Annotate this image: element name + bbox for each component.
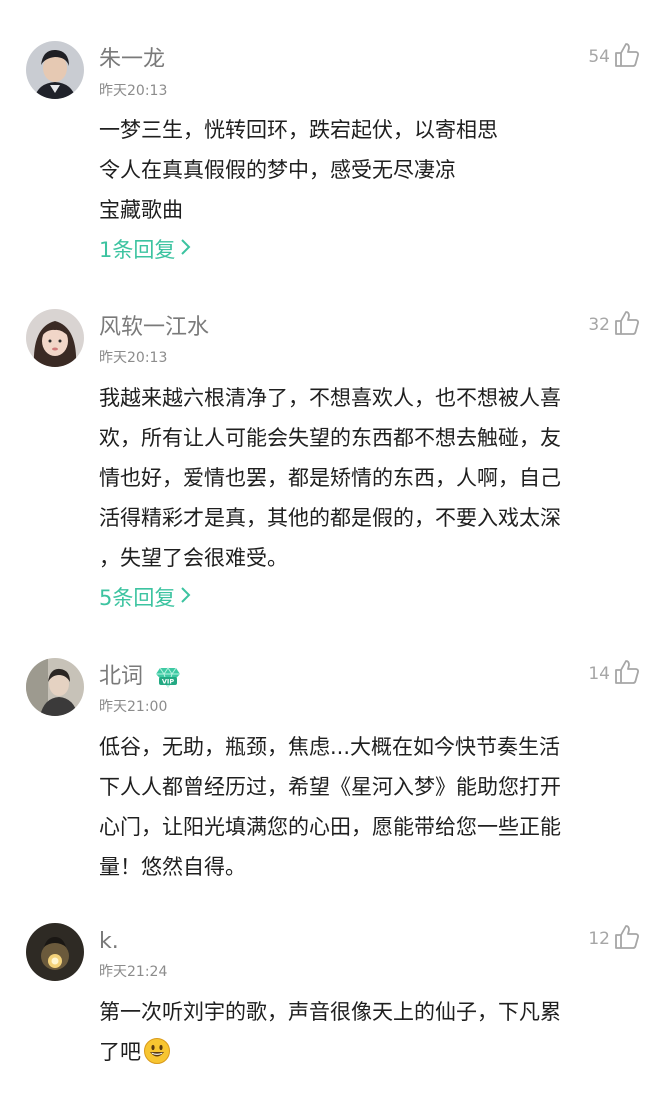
- chevron-right-icon: [179, 585, 191, 611]
- username[interactable]: k.: [99, 928, 119, 956]
- comment-line: 心门，让阳光填满您的心田，愿能带给您一些正能: [99, 815, 561, 839]
- like-button[interactable]: 32: [588, 311, 640, 339]
- avatar[interactable]: [26, 309, 84, 367]
- comment-text: 低谷，无助，瓶颈，焦虑...大概在如今快节奏生活 下人人都曾经历过，希望《星河入…: [99, 727, 644, 887]
- like-count: 54: [588, 47, 610, 67]
- thumbs-up-icon: [614, 310, 640, 340]
- comment-time: 昨天21:00: [99, 699, 168, 715]
- comment-line: 活得精彩才是真，其他的都是假的，不要入戏太深: [99, 506, 561, 530]
- like-button[interactable]: 12: [588, 925, 640, 953]
- comment-line: 低谷，无助，瓶颈，焦虑...大概在如今快节奏生活: [99, 735, 561, 759]
- comment-time: 昨天20:13: [99, 83, 168, 99]
- avatar[interactable]: [26, 923, 84, 981]
- view-replies-link[interactable]: 5条回复: [99, 585, 191, 611]
- comment-line: 令人在真真假假的梦中，感受无尽凄凉: [99, 158, 456, 182]
- like-count: 32: [588, 315, 610, 335]
- comment-text: 一梦三生，恍转回环，跌宕起伏，以寄相思 令人在真真假假的梦中，感受无尽凄凉 宝藏…: [99, 110, 644, 230]
- like-button[interactable]: 14: [588, 660, 640, 688]
- vip-badge-icon: VIP: [155, 666, 181, 689]
- smile-emoji-icon: [143, 1037, 171, 1078]
- thumbs-up-icon: [614, 42, 640, 72]
- comment-time: 昨天20:13: [99, 350, 168, 366]
- thumbs-up-icon: [614, 659, 640, 689]
- username[interactable]: 风软一江水: [99, 314, 209, 342]
- comment-text: 第一次听刘宇的歌，声音很像天上的仙子，下凡累 了吧: [99, 992, 644, 1078]
- vip-badge-text: VIP: [162, 678, 174, 686]
- reply-count-label: 1条回复: [99, 238, 176, 262]
- avatar[interactable]: [26, 41, 84, 99]
- comment-line: 下人人都曾经历过，希望《星河入梦》能助您打开: [99, 775, 561, 799]
- comment-text: 我越来越六根清净了，不想喜欢人，也不想被人喜 欢，所有让人可能会失望的东西都不想…: [99, 378, 644, 578]
- chevron-right-icon: [179, 237, 191, 263]
- comment-line: 我越来越六根清净了，不想喜欢人，也不想被人喜: [99, 386, 561, 410]
- comment-line: 了吧: [99, 1040, 141, 1064]
- like-count: 12: [588, 929, 610, 949]
- reply-count-label: 5条回复: [99, 586, 176, 610]
- like-count: 14: [588, 664, 610, 684]
- like-button[interactable]: 54: [588, 43, 640, 71]
- comment-line-with-emoji: 了吧: [99, 1032, 644, 1078]
- comment-line: 宝藏歌曲: [99, 198, 183, 222]
- username[interactable]: 朱一龙: [99, 46, 165, 74]
- comment-line: ，失望了会很难受。: [99, 546, 288, 570]
- comment-time: 昨天21:24: [99, 964, 168, 980]
- comment-line: 第一次听刘宇的歌，声音很像天上的仙子，下凡累: [99, 1000, 561, 1024]
- comment-line: 情也好，爱情也罢，都是矫情的东西，人啊，自己: [99, 466, 561, 490]
- view-replies-link[interactable]: 1条回复: [99, 237, 191, 263]
- thumbs-up-icon: [614, 924, 640, 954]
- comment-line: 一梦三生，恍转回环，跌宕起伏，以寄相思: [99, 118, 498, 142]
- avatar[interactable]: [26, 658, 84, 716]
- comment-line: 量！悠然自得。: [99, 855, 246, 879]
- comment-line: 欢，所有让人可能会失望的东西都不想去触碰，友: [99, 426, 561, 450]
- username[interactable]: 北词: [99, 663, 143, 691]
